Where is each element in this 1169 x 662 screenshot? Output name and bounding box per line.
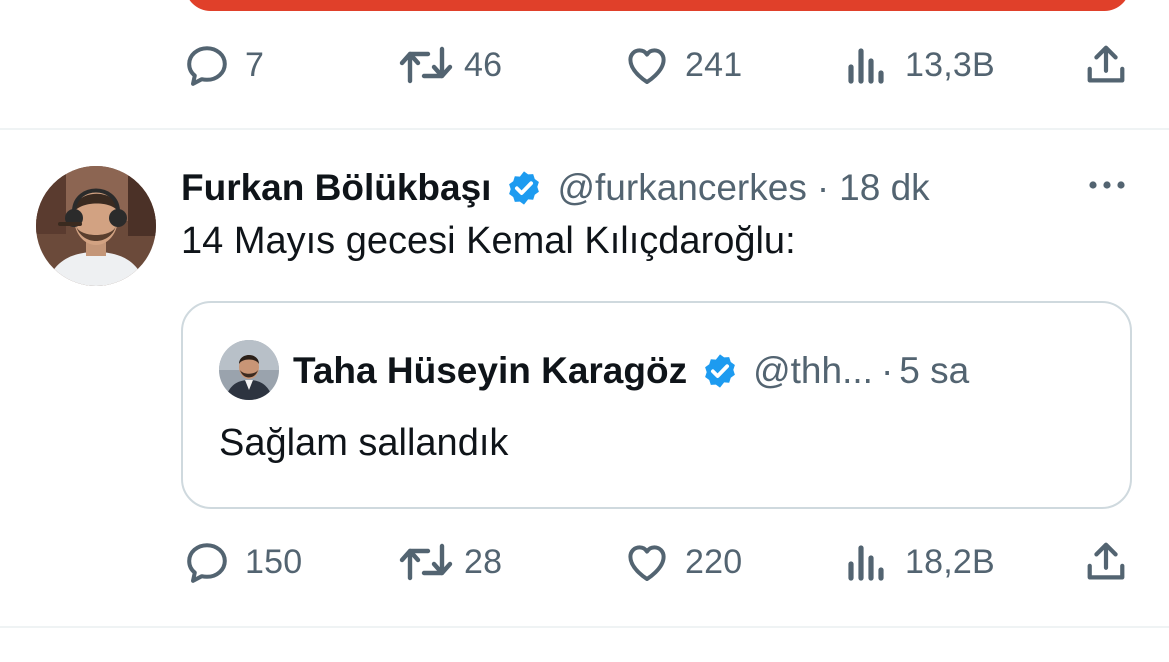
share-icon [1087,45,1125,83]
reply-count: 7 [245,45,265,84]
share-icon [1087,542,1125,580]
quoted-tweet-header: Taha Hüseyin Karagöz @thh... · 5 sa [293,344,969,398]
quoted-tweet-time: 5 sa [899,350,970,391]
quoted-author-handle: @thh... [753,350,873,391]
repost-icon [399,543,453,581]
reply-button[interactable]: 7 [183,35,264,95]
quoted-separator-dot: · [880,350,894,391]
author-name[interactable]: Furkan Bölükbaşı [181,167,491,209]
verified-icon [705,354,735,388]
views-count: 18,2B [905,542,995,581]
tweet-text: 14 Mayıs gecesi Kemal Kılıçdaroğlu: [181,220,796,262]
quoted-avatar-image [219,340,279,400]
views-count: 13,3B [905,45,995,84]
previous-tweet-actions: 7 46 241 13,3B [0,35,1169,95]
views-icon [848,48,884,84]
like-button[interactable]: 241 [623,35,742,95]
separator-dot: · [816,167,830,208]
avatar[interactable] [36,166,156,286]
tweet-divider [0,128,1169,130]
share-button[interactable] [1083,532,1129,592]
avatar-image [36,166,156,286]
tweet-divider [0,626,1169,628]
quoted-avatar [219,340,279,400]
reply-icon [187,543,227,583]
tweet-actions: 150 28 220 18,2B [0,532,1169,592]
verified-icon [509,171,540,205]
reply-count: 150 [245,542,303,581]
more-button[interactable] [1083,170,1131,200]
quoted-author-name: Taha Hüseyin Karagöz [293,350,688,391]
repost-count: 46 [464,45,503,84]
share-button[interactable] [1083,35,1129,95]
more-icon [1089,181,1125,189]
quoted-tweet-card[interactable] [181,301,1132,509]
views-button[interactable]: 18,2B [845,532,995,592]
views-icon [848,545,884,581]
repost-icon [399,46,453,84]
like-button[interactable]: 220 [623,532,742,592]
author-handle[interactable]: @furkancerkes [557,167,806,209]
quoted-tweet-text: Sağlam sallandık [219,422,509,464]
tweet-time[interactable]: 18 dk [839,167,930,209]
repost-button[interactable]: 46 [398,35,502,95]
like-icon [628,545,666,581]
views-button[interactable]: 13,3B [845,35,995,95]
reply-button[interactable]: 150 [183,532,302,592]
like-count: 241 [685,45,743,84]
like-count: 220 [685,542,743,581]
repost-button[interactable]: 28 [398,532,502,592]
like-icon [628,48,666,84]
red-banner[interactable] [185,0,1130,11]
reply-icon [187,46,227,86]
repost-count: 28 [464,542,503,581]
tweet-header: Furkan Bölükbaşı @furkancerkes · 18 dk [181,160,930,216]
